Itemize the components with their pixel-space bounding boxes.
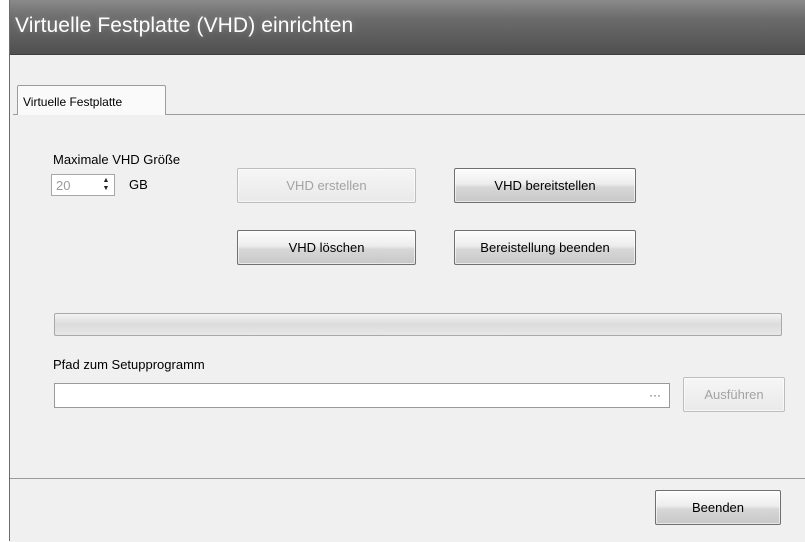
setup-path-field[interactable]: ··· <box>54 383 670 408</box>
spin-up-icon[interactable]: ▲ <box>103 177 110 185</box>
delete-vhd-button[interactable]: VHD löschen <box>237 230 416 265</box>
size-spinner[interactable]: 20 ▲ ▼ <box>51 174 115 196</box>
mount-vhd-button[interactable]: VHD bereitstellen <box>454 168 636 203</box>
spin-down-icon[interactable]: ▼ <box>103 185 110 193</box>
unmount-vhd-button[interactable]: Bereistellung beenden <box>454 230 636 265</box>
title-bar[interactable]: Virtuelle Festplatte (VHD) einrichten <box>10 0 805 55</box>
run-button[interactable]: Ausführen <box>683 377 785 412</box>
size-unit: GB <box>129 177 148 192</box>
size-value[interactable]: 20 <box>56 178 70 193</box>
tab-virtuelle-festplatte[interactable]: Virtuelle Festplatte <box>17 85 166 115</box>
vhd-dialog-window: Virtuelle Festplatte (VHD) einrichten Vi… <box>9 0 805 542</box>
spinner-arrows[interactable]: ▲ ▼ <box>100 176 112 194</box>
progress-bar <box>54 313 782 336</box>
browse-icon[interactable]: ··· <box>649 388 661 402</box>
tab-label: Virtuelle Festplatte <box>23 95 123 109</box>
exit-button[interactable]: Beenden <box>655 490 781 525</box>
window-title: Virtuelle Festplatte (VHD) einrichten <box>15 14 354 37</box>
create-vhd-button[interactable]: VHD erstellen <box>237 168 416 203</box>
setup-path-label: Pfad zum Setupprogramm <box>53 357 205 372</box>
max-size-label: Maximale VHD Größe <box>53 152 181 167</box>
